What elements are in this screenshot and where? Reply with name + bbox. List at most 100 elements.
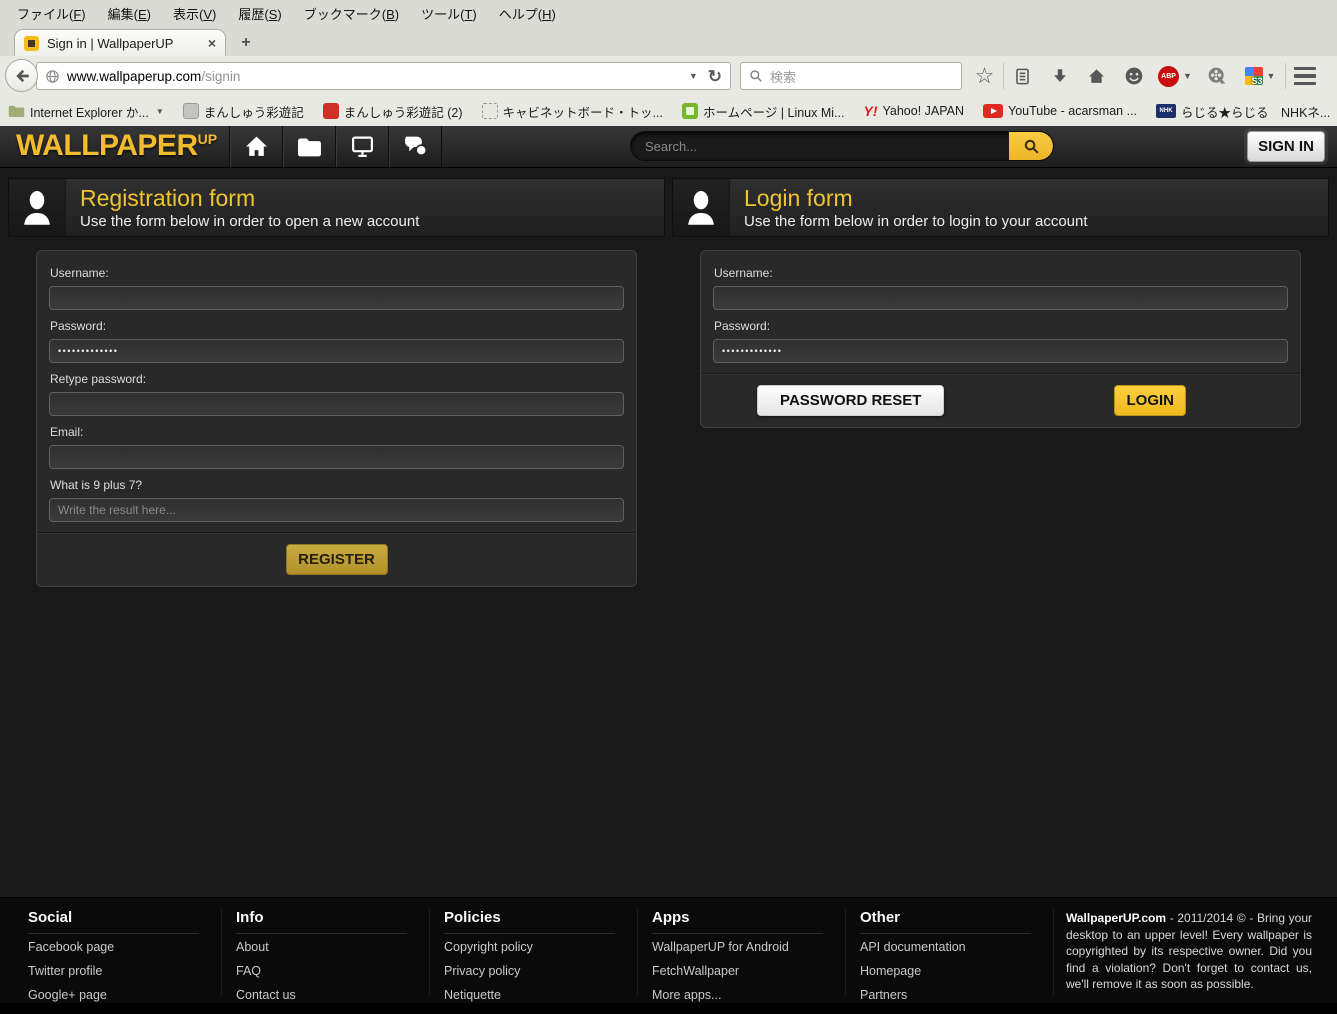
site-nav [229, 126, 442, 167]
s3-icon: S3 [1245, 67, 1263, 85]
reg-retype-password-label: Retype password: [50, 372, 624, 386]
site-footer: Social Facebook page Twitter profile Goo… [0, 897, 1337, 1004]
site-search-button[interactable] [1009, 131, 1053, 161]
chat-smiley-button[interactable] [1115, 56, 1152, 96]
footer-link[interactable]: FetchWallpaper [652, 960, 845, 982]
s3-dropdown-icon[interactable]: ▼ [1267, 71, 1276, 81]
menu-tools[interactable]: ツール(T) [410, 0, 488, 28]
url-dropdown-icon[interactable]: ▼ [689, 71, 698, 81]
site-header: WALLPAPERUP [0, 126, 1337, 168]
hamburger-icon [1294, 67, 1316, 86]
bottom-band [0, 1003, 1337, 1014]
registration-form: Username: Password: Retype password: Ema… [36, 250, 637, 587]
video-downloadhelper-button[interactable] [1198, 56, 1235, 96]
search-icon [749, 69, 763, 83]
bookmark-manshuu-2[interactable]: まんしゅう彩遊記 (2) [323, 102, 463, 121]
footer-link[interactable]: Facebook page [28, 936, 221, 958]
reg-username-input[interactable] [49, 286, 624, 310]
nav-categories-button[interactable] [283, 126, 336, 167]
footer-link[interactable]: Privacy policy [444, 960, 637, 982]
reg-captcha-label: What is 9 plus 7? [50, 478, 624, 492]
site-search-bar[interactable]: Search... [630, 131, 1054, 161]
bookmark-youtube[interactable]: YouTube - acarsman ... [983, 104, 1137, 118]
login-username-input[interactable] [713, 286, 1288, 310]
login-button-row: PASSWORD RESET LOGIN [701, 373, 1300, 427]
tab-signin[interactable]: Sign in | WallpaperUP × [14, 29, 226, 56]
nav-desktop-button[interactable] [336, 126, 389, 167]
film-reel-icon [1207, 66, 1227, 86]
password-reset-button[interactable]: PASSWORD RESET [757, 385, 944, 416]
nav-chat-button[interactable] [389, 126, 442, 167]
nav-home-button[interactable] [229, 126, 283, 167]
register-button[interactable]: REGISTER [286, 544, 388, 575]
menu-history[interactable]: 履歴(S) [227, 0, 292, 28]
bookmarks-menu-button[interactable] [1004, 56, 1041, 96]
downloads-button[interactable] [1041, 56, 1078, 96]
bookmark-homepage-linux-mint[interactable]: ホームページ | Linux Mi... [682, 102, 845, 121]
nhk-icon: NHK [1156, 104, 1176, 118]
url-bar[interactable]: www.wallpaperup.com /signin ▼ ↻ [36, 62, 731, 90]
login-form: Username: Password: PASSWORD RESET LOGIN [700, 250, 1301, 428]
s3-translator-button[interactable]: S3 ▼ [1235, 56, 1285, 96]
bookmarks-toolbar: Internet Explorer か... ▼ まんしゅう彩遊記 まんしゅう彩… [0, 96, 1337, 126]
url-path: /signin [201, 69, 240, 84]
footer-column-policies: Policies Copyright policy Privacy policy… [430, 909, 638, 995]
reg-retype-password-input[interactable] [49, 392, 624, 416]
menu-view[interactable]: 表示(V) [162, 0, 227, 28]
bookmark-nhk-rajiru[interactable]: NHK らじる★らじる NHKネ... [1156, 102, 1330, 121]
footer-link[interactable]: Homepage [860, 960, 1053, 982]
tab-title: Sign in | WallpaperUP [47, 36, 200, 51]
reg-password-label: Password: [50, 319, 624, 333]
reload-icon[interactable]: ↻ [708, 68, 722, 85]
registration-button-row: REGISTER [37, 532, 636, 586]
youtube-icon [983, 104, 1003, 118]
footer-link[interactable]: Copyright policy [444, 936, 637, 958]
search-icon [1023, 138, 1040, 155]
navigation-toolbar: www.wallpaperup.com /signin ▼ ↻ 検索 ☆ [0, 56, 1337, 96]
footer-link[interactable]: About [236, 936, 429, 958]
new-tab-button[interactable]: + [233, 32, 259, 53]
login-button[interactable]: LOGIN [1114, 385, 1186, 416]
footer-link[interactable]: WallpaperUP for Android [652, 936, 845, 958]
wallpaperup-logo[interactable]: WALLPAPERUP [16, 129, 217, 163]
bookmark-yahoo-japan[interactable]: Y! Yahoo! JAPAN [863, 103, 964, 119]
abp-dropdown-icon[interactable]: ▼ [1183, 71, 1192, 81]
login-password-label: Password: [714, 319, 1288, 333]
download-arrow-icon [1051, 67, 1069, 85]
bookmark-star-button[interactable]: ☆ [966, 56, 1003, 96]
back-button[interactable] [5, 59, 38, 92]
menu-file[interactable]: ファイル(F) [6, 0, 97, 28]
bookmark-cabinet-board[interactable]: キャビネットボード・トッ... [482, 102, 663, 121]
footer-link[interactable]: Twitter profile [28, 960, 221, 982]
url-host: www.wallpaperup.com [67, 69, 201, 84]
bookmark-folder-internet-explorer[interactable]: Internet Explorer か... ▼ [8, 102, 164, 121]
page-content: WALLPAPERUP [0, 126, 1337, 1014]
login-password-input[interactable] [713, 339, 1288, 363]
folder-icon [8, 104, 25, 118]
chevron-down-icon: ▼ [156, 107, 164, 116]
reg-password-input[interactable] [49, 339, 624, 363]
footer-link[interactable]: FAQ [236, 960, 429, 982]
reg-email-input[interactable] [49, 445, 624, 469]
site-icon [183, 103, 199, 119]
menu-help[interactable]: ヘルプ(H) [488, 0, 567, 28]
header-signin-button[interactable]: SIGN IN [1247, 131, 1325, 162]
menu-hamburger-button[interactable] [1286, 56, 1323, 96]
browser-search-box[interactable]: 検索 [740, 62, 962, 90]
login-title: Login form [744, 185, 1088, 211]
login-icon-box [673, 179, 730, 236]
home-button[interactable] [1078, 56, 1115, 96]
reg-captcha-input[interactable] [49, 498, 624, 522]
abp-icon: ABP [1158, 66, 1179, 87]
menu-edit[interactable]: 編集(E) [97, 0, 162, 28]
bookmark-manshuu[interactable]: まんしゅう彩遊記 [183, 102, 304, 121]
person-icon [19, 189, 55, 227]
footer-about-text: WallpaperUP.com - 2011/2014 © - Bring yo… [1066, 910, 1312, 993]
adblock-plus-button[interactable]: ABP ▼ [1152, 56, 1198, 96]
person-icon [683, 189, 719, 227]
menu-bookmarks[interactable]: ブックマーク(B) [293, 0, 410, 28]
browser-search-placeholder: 検索 [770, 67, 796, 86]
tab-close-icon[interactable]: × [208, 36, 216, 50]
login-subtitle: Use the form below in order to login to … [744, 213, 1088, 230]
footer-link[interactable]: API documentation [860, 936, 1053, 958]
